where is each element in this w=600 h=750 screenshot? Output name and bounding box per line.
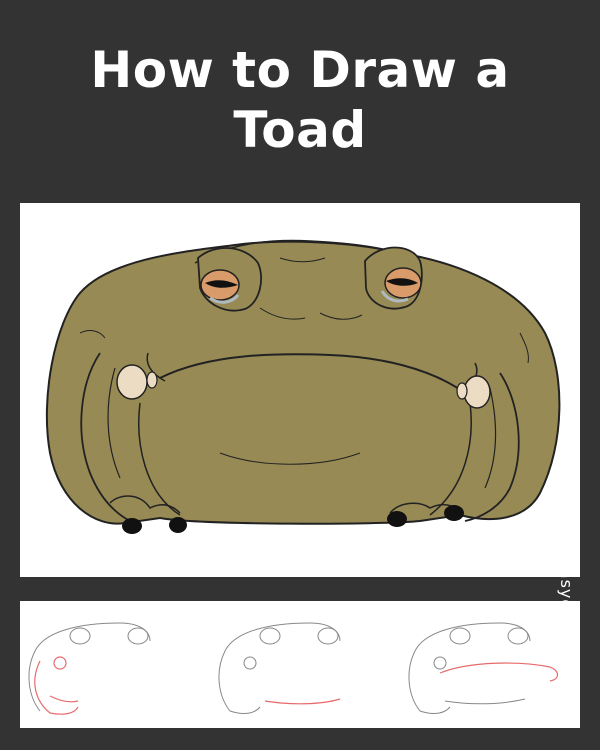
step-sketches (28, 622, 559, 715)
watermark-text: www.cuteeasydrawings.com (557, 472, 576, 724)
right-eye (364, 246, 423, 310)
steps-panel (20, 601, 580, 728)
main-illustration-panel (20, 203, 580, 577)
step-1-sketch (28, 622, 151, 715)
step-3-sketch (408, 622, 559, 715)
page-title: How to Draw a Toad (0, 40, 600, 160)
right-shoulder-knob (463, 375, 491, 409)
title-line-1: How to Draw a (90, 41, 510, 99)
step-2-sketch (218, 622, 341, 715)
left-shoulder-knob (116, 364, 148, 400)
toad-illustration (45, 239, 561, 534)
title-line-2: Toad (233, 101, 367, 159)
